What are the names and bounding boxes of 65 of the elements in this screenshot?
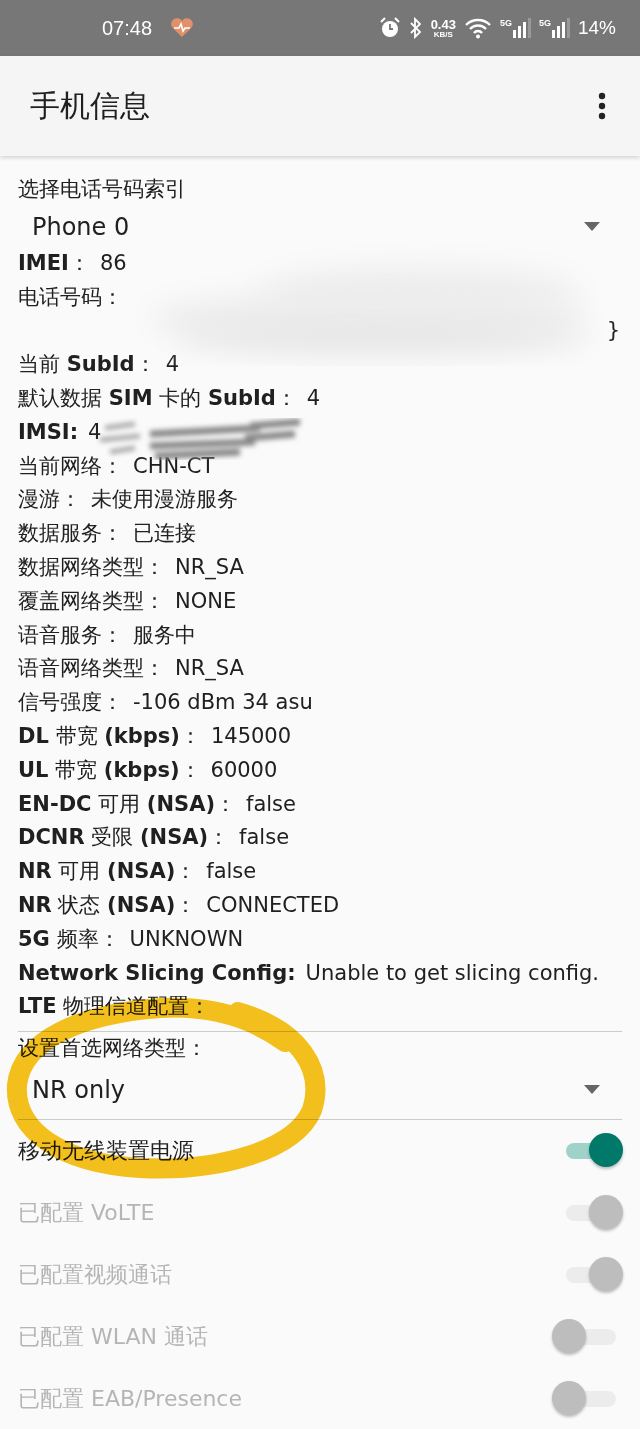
info-label: 数据网络类型：	[18, 553, 165, 581]
info-label: 当前 SubId：	[18, 351, 156, 379]
speed-unit: KB/S	[433, 30, 453, 39]
info-label: 信号强度：	[18, 689, 123, 717]
info-value: 145000	[210, 722, 292, 750]
info-value: NR_SA	[175, 655, 244, 683]
info-value: CHN-CT	[133, 452, 215, 480]
info-label: UL 带宽 (kbps)：	[18, 756, 201, 784]
info-label: 覆盖网络类型：	[18, 587, 165, 615]
network-type-label: 5G	[538, 18, 551, 28]
info-value: NONE	[175, 587, 237, 615]
info-value: false	[206, 858, 257, 886]
info-label: DCNR 受限 (NSA)：	[18, 824, 230, 852]
phone-index-dropdown[interactable]: Phone 0	[18, 206, 622, 247]
setting-label: 已配置 VoLTE	[18, 1198, 155, 1227]
setting-label: 已配置视频通话	[18, 1260, 172, 1289]
info-value: 4	[88, 418, 102, 446]
info-value: 4	[165, 351, 179, 379]
battery-level: 14%	[577, 17, 616, 39]
setting-label: 已配置 WLAN 通话	[18, 1322, 208, 1351]
wifi-icon	[463, 17, 492, 39]
info-label: 电话号码：	[18, 283, 123, 311]
info-value: false	[239, 824, 290, 852]
info-label: 漫游：	[18, 486, 81, 514]
info-value: 未使用漫游服务	[91, 486, 238, 514]
caret-icon	[584, 222, 600, 232]
app-title: 手机信息	[30, 86, 150, 125]
network-speed: 0.43	[430, 17, 456, 31]
info-label: NR 可用 (NSA)：	[18, 858, 197, 886]
info-value: CONNECTED	[206, 891, 340, 919]
info-label: 默认数据 SIM 卡的 SubId：	[18, 385, 297, 412]
preferred-network-dropdown[interactable]: NR only	[18, 1067, 622, 1112]
bluetooth-icon	[408, 17, 423, 39]
info-label: IMEI：	[18, 249, 90, 277]
info-value: NR_SA	[175, 553, 244, 582]
info-value: -106 dBm 34 asu	[133, 689, 313, 717]
info-label: IMSI:	[18, 418, 79, 446]
info-value: false	[246, 790, 296, 818]
info-value: }	[606, 318, 620, 343]
info-value: 86	[99, 249, 127, 277]
info-label: 语音服务：	[18, 621, 123, 649]
info-label: 当前网络：	[18, 452, 123, 480]
info-value: 已连接	[133, 520, 196, 548]
info-label: 语音网络类型：	[18, 655, 165, 683]
info-label: 数据服务：	[18, 520, 123, 548]
info-label: 5G 频率：	[18, 925, 120, 953]
info-value: 60000	[210, 756, 278, 784]
info-label: DL 带宽 (kbps)：	[18, 722, 201, 750]
info-label: EN-DC 可用 (NSA)：	[18, 790, 236, 818]
info-value: 4	[306, 385, 321, 412]
signal-icon	[551, 18, 570, 38]
clock: 07:48	[102, 16, 153, 40]
signal-icon	[512, 18, 531, 38]
info-label: NR 状态 (NSA)：	[18, 891, 197, 919]
info-value: 服务中	[133, 621, 196, 649]
setting-label: 已配置 EAB/Presence	[18, 1384, 242, 1413]
info-value: Unable to get slicing config.	[305, 959, 600, 987]
heart-icon	[170, 18, 195, 38]
alarm-icon	[378, 17, 401, 39]
phone-index-label: 选择电话号码索引	[18, 176, 187, 203]
network-type-label: 5G	[499, 18, 512, 28]
more-menu-icon[interactable]	[598, 92, 606, 120]
caret-icon	[584, 1085, 600, 1095]
info-value: UNKNOWN	[129, 925, 244, 953]
info-label: Network Slicing Config:	[18, 959, 296, 987]
